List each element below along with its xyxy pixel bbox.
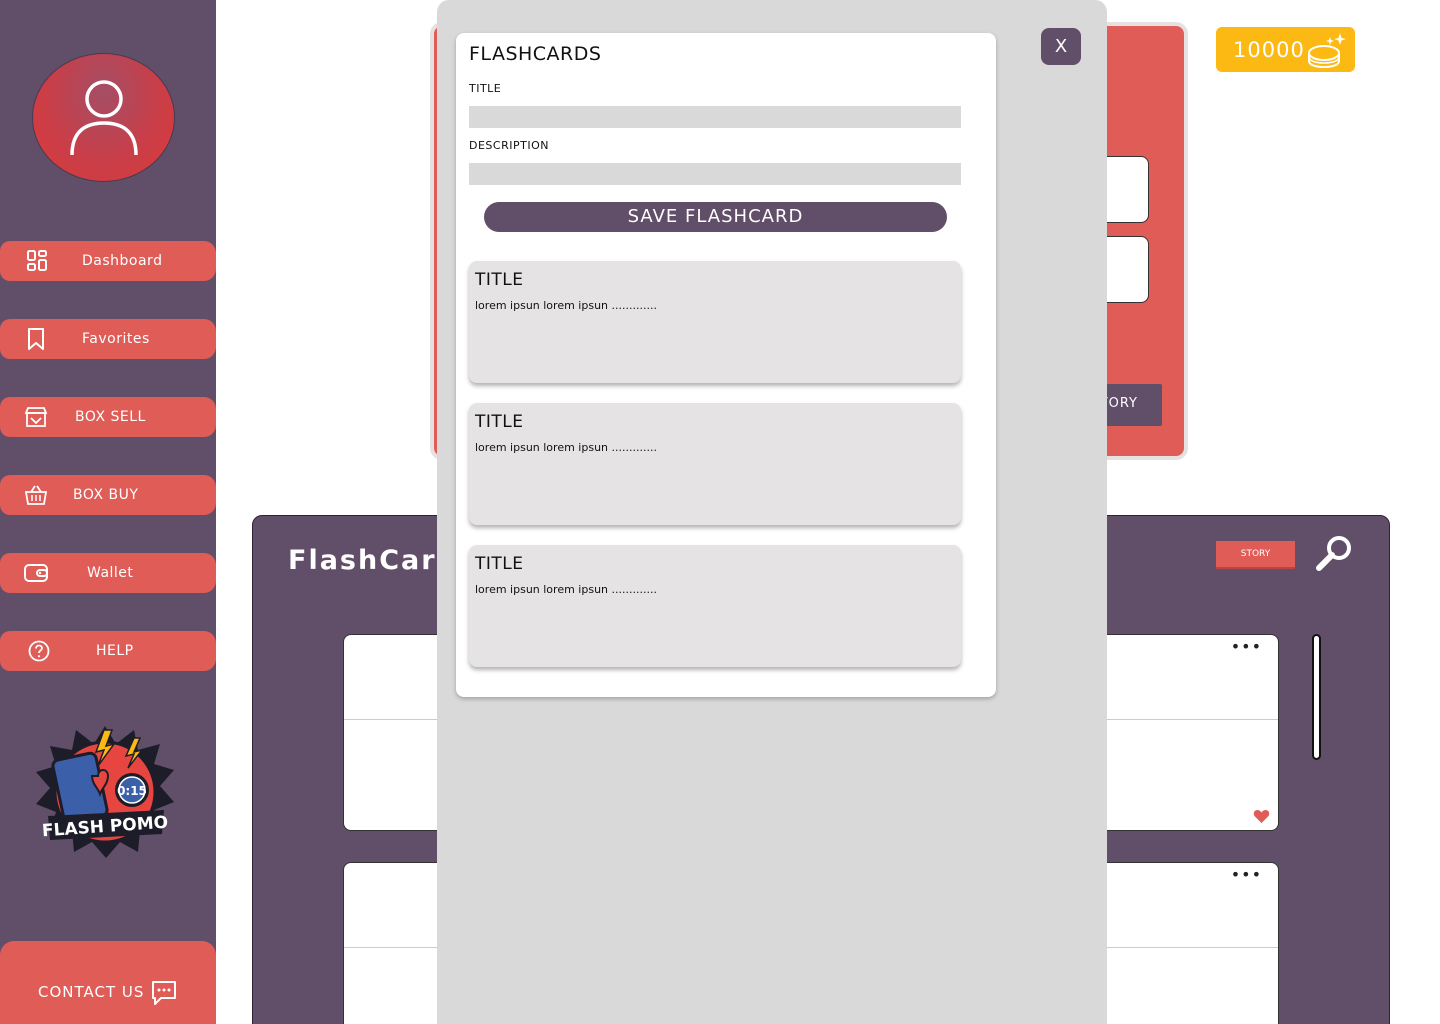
flashcard-title: TITLE: [475, 554, 524, 574]
search-icon[interactable]: [1314, 533, 1354, 573]
sidebar-item-dashboard[interactable]: Dashboard: [0, 241, 216, 281]
coin-value: 10000: [1233, 38, 1305, 62]
sidebar-item-label: Wallet: [87, 565, 134, 581]
description-input[interactable]: [469, 163, 961, 185]
coin-balance: 10000: [1216, 27, 1355, 72]
sidebar: Dashboard Favorites BOX SELL BOX BUY Wal…: [0, 0, 216, 1024]
flashcard-title: TITLE: [475, 412, 524, 432]
sidebar-item-label: BOX SELL: [75, 409, 146, 425]
title-input[interactable]: [469, 106, 961, 128]
sidebar-item-box-buy[interactable]: BOX BUY: [0, 475, 216, 515]
contact-us-button[interactable]: CONTACT US: [0, 941, 216, 1024]
flashcard-title: TITLE: [475, 270, 524, 290]
user-icon: [70, 80, 138, 156]
heart-icon[interactable]: [1253, 809, 1270, 824]
close-button[interactable]: X: [1041, 28, 1081, 65]
dashboard-icon: [27, 250, 47, 271]
wallet-icon: [24, 564, 48, 582]
contact-us-label: CONTACT US: [38, 983, 145, 1001]
basket-icon: [24, 485, 48, 505]
flashcard-item[interactable]: TITLE lorem ipsun lorem ipsun ..........…: [469, 545, 961, 667]
flashcard-description: lorem ipsun lorem ipsun .............: [475, 441, 657, 454]
flashcard-item[interactable]: TITLE lorem ipsun lorem ipsun ..........…: [469, 261, 961, 383]
sidebar-item-box-sell[interactable]: BOX SELL: [0, 397, 216, 437]
sidebar-item-favorites[interactable]: Favorites: [0, 319, 216, 359]
sidebar-item-label: Favorites: [82, 331, 150, 347]
story-tab[interactable]: STORY: [1216, 541, 1295, 569]
flashcard-description: lorem ipsun lorem ipsun .............: [475, 583, 657, 596]
scrollbar[interactable]: [1312, 634, 1321, 760]
sidebar-item-label: HELP: [96, 643, 134, 659]
flash-pomo-logo: 0:15 FLASH POMO: [36, 726, 174, 858]
avatar[interactable]: [32, 53, 175, 182]
store-icon: [24, 407, 48, 427]
flashcard-item[interactable]: TITLE lorem ipsun lorem ipsun ..........…: [469, 403, 961, 525]
title-field-label: TITLE: [469, 82, 502, 95]
help-icon: [28, 640, 50, 662]
modal-title: FLASHCARDS: [469, 43, 602, 65]
sidebar-item-wallet[interactable]: Wallet: [0, 553, 216, 593]
sidebar-item-label: BOX BUY: [73, 487, 139, 503]
more-icon[interactable]: •••: [1231, 637, 1262, 656]
bookmark-icon: [28, 328, 44, 350]
coins-icon: [1308, 33, 1346, 69]
logo-timer: 0:15: [117, 784, 147, 798]
more-icon[interactable]: •••: [1231, 865, 1262, 884]
save-flashcard-button[interactable]: SAVE FLASHCARD: [484, 202, 947, 232]
flashcard-description: lorem ipsun lorem ipsun .............: [475, 299, 657, 312]
description-field-label: DESCRIPTION: [469, 139, 549, 152]
chat-icon: [152, 981, 176, 1005]
sidebar-item-help[interactable]: HELP: [0, 631, 216, 671]
sidebar-item-label: Dashboard: [82, 253, 163, 269]
